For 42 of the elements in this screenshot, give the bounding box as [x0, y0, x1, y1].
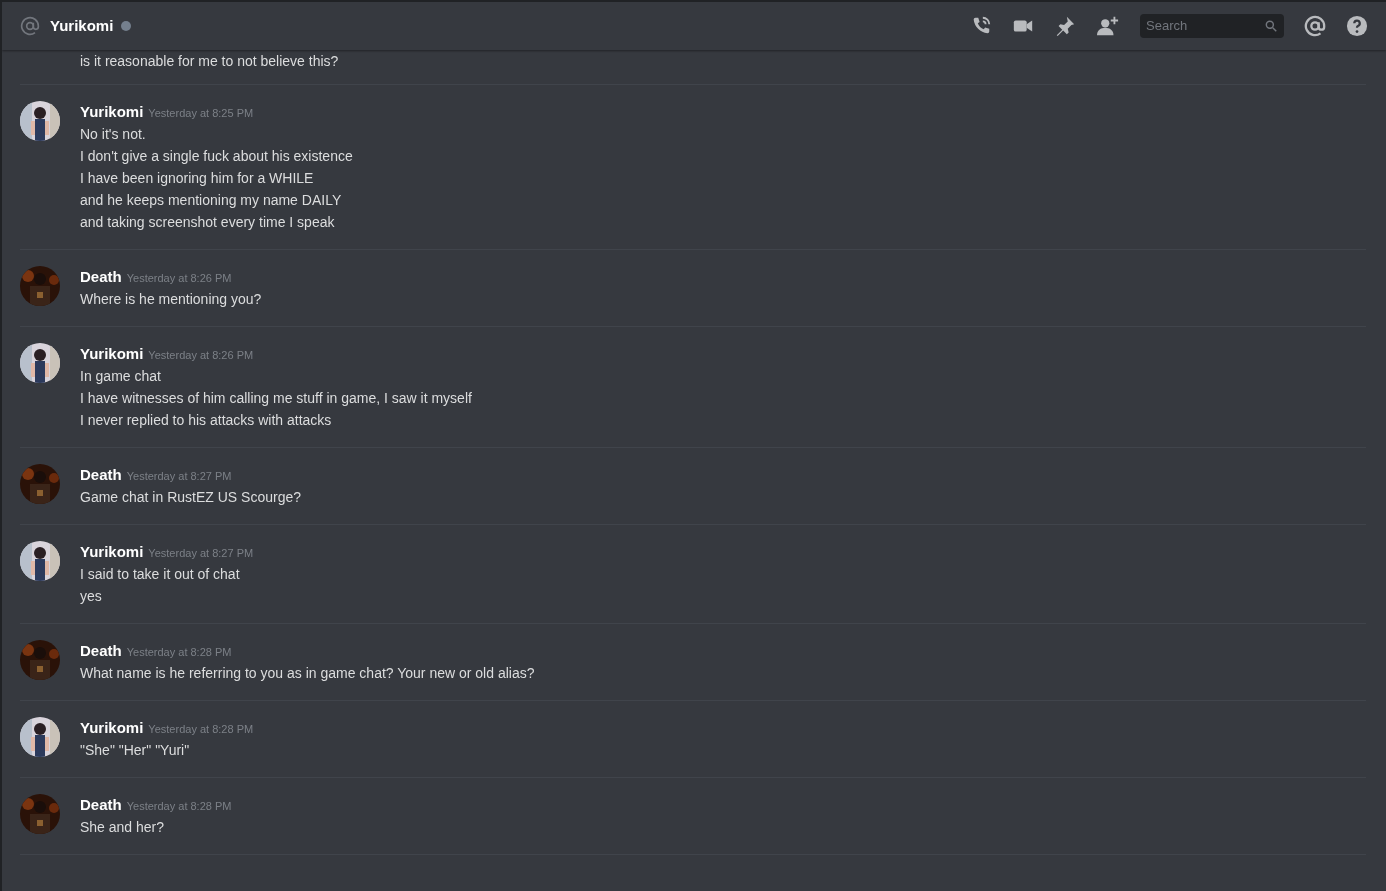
- message-text: Game chat in RustEZ US Scourge?: [80, 488, 301, 507]
- message-text: is it reasonable for me to not believe this?: [80, 52, 339, 71]
- add-user-icon[interactable]: [1096, 15, 1120, 37]
- mention-icon[interactable]: [1304, 15, 1326, 37]
- search-input[interactable]: Search: [1146, 16, 1264, 36]
- timestamp: Yesterday at 8:27 PM: [126, 469, 232, 484]
- message-text: I have been ignoring him for a WHILE: [80, 169, 315, 188]
- message-text: In game chat: [80, 367, 162, 386]
- message-text: I said to take it out of chat: [80, 565, 241, 584]
- message-text: Where is he mentioning you?: [80, 290, 262, 309]
- timestamp: Yesterday at 8:26 PM: [148, 348, 254, 363]
- message-text: "She" "Her" "Yuri": [80, 741, 191, 760]
- author-name[interactable]: Yurikomi: [80, 101, 144, 124]
- message-text: I don't give a single fuck about his existence: [80, 147, 353, 166]
- search-icon: [1264, 19, 1278, 33]
- timestamp: Yesterday at 8:28 PM: [126, 645, 232, 660]
- channel-title: Yurikomi: [50, 15, 114, 36]
- message-text: and he keeps mentioning my name DAILY: [80, 191, 343, 210]
- help-icon[interactable]: [1346, 15, 1368, 37]
- message-text: She and her?: [80, 818, 166, 837]
- timestamp: Yesterday at 8:25 PM: [148, 106, 254, 121]
- author-name[interactable]: Death: [80, 266, 122, 289]
- author-name[interactable]: Yurikomi: [80, 541, 144, 564]
- pin-icon[interactable]: [1054, 15, 1076, 37]
- timestamp: Yesterday at 8:27 PM: [148, 546, 254, 561]
- message-text: What name is he referring to you as in game chat? Your new or old alias?: [80, 664, 535, 683]
- timestamp: Yesterday at 8:28 PM: [126, 799, 232, 814]
- author-name[interactable]: Yurikomi: [80, 343, 144, 366]
- status-icon: [121, 21, 132, 31]
- author-name[interactable]: Death: [80, 794, 122, 817]
- author-name[interactable]: Death: [80, 464, 122, 487]
- message-text: No it's not.: [80, 125, 147, 144]
- author-name[interactable]: Death: [80, 640, 122, 663]
- at-sign-icon: [20, 16, 40, 36]
- timestamp: Yesterday at 8:26 PM: [126, 271, 232, 286]
- search-field[interactable]: Search: [1140, 14, 1284, 38]
- timestamp: Yesterday at 8:28 PM: [148, 722, 254, 737]
- message-text: and taking screenshot every time I speak: [80, 213, 336, 232]
- author-name[interactable]: Yurikomi: [80, 717, 144, 740]
- message-text: yes: [80, 587, 103, 606]
- message-text: I never replied to his attacks with attacks: [80, 411, 333, 430]
- message-text: I have witnesses of him calling me stuff in game, I saw it myself: [80, 389, 472, 408]
